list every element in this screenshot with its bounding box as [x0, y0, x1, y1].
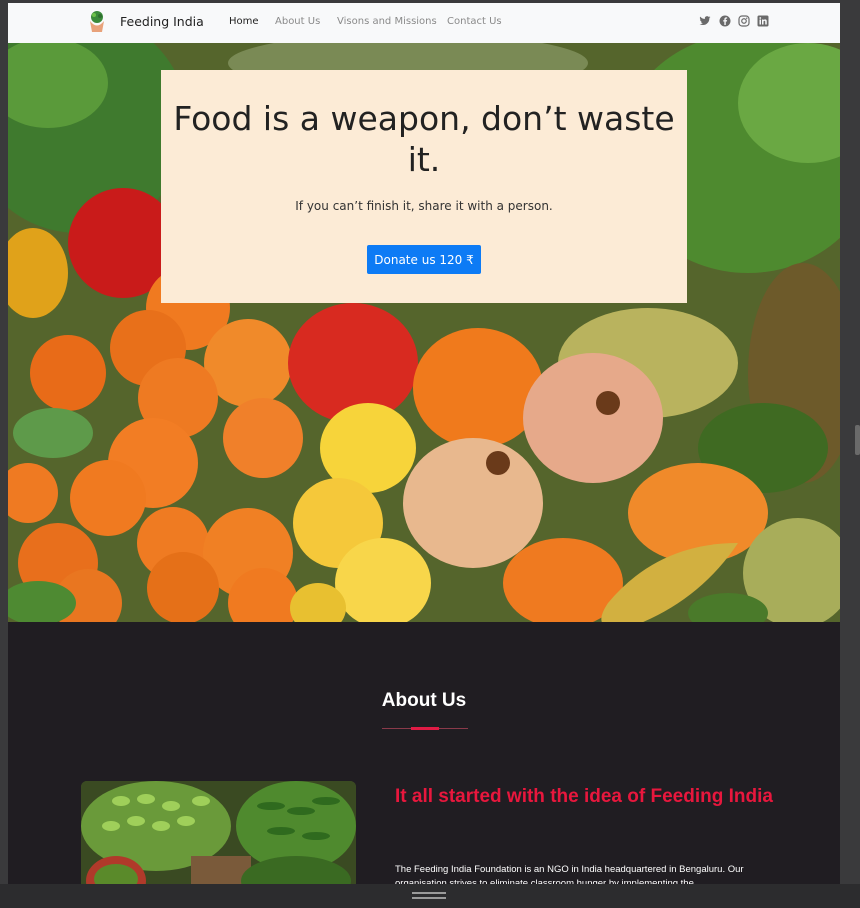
facebook-icon[interactable] [719, 15, 731, 27]
navbar: Feeding India Home About Us Visons and M… [8, 3, 840, 44]
instagram-icon[interactable] [738, 15, 750, 27]
hero-section: Food is a weapon, don’t waste it. If you… [8, 43, 840, 622]
vegetables-market-image [81, 781, 356, 887]
donate-button[interactable]: Donate us 120 ₹ [367, 245, 481, 274]
brand-name[interactable]: Feeding India [120, 14, 204, 29]
linkedin-icon[interactable] [757, 15, 769, 27]
browser-viewport: Feeding India Home About Us Visons and M… [8, 3, 840, 887]
hero-subtext: If you can’t finish it, share it with a … [295, 199, 553, 213]
section-divider-accent [411, 727, 439, 730]
about-heading: It all started with the idea of Feeding … [395, 786, 773, 807]
drag-handle-icon[interactable] [412, 892, 446, 900]
twitter-icon[interactable] [699, 15, 711, 27]
about-section-title: About Us [381, 690, 467, 711]
scrollbar-thumb[interactable] [855, 425, 860, 455]
nav-link-home[interactable]: Home [229, 16, 259, 27]
nav-link-contact[interactable]: Contact Us [447, 16, 502, 27]
bottom-bar [0, 884, 860, 908]
nav-link-visions[interactable]: Visons and Missions [337, 16, 437, 27]
hero-card: Food is a weapon, don’t waste it. If you… [161, 70, 687, 303]
feeding-india-logo[interactable] [86, 10, 108, 34]
hero-headline: Food is a weapon, don’t waste it. [173, 99, 675, 179]
nav-link-about[interactable]: About Us [275, 16, 320, 27]
